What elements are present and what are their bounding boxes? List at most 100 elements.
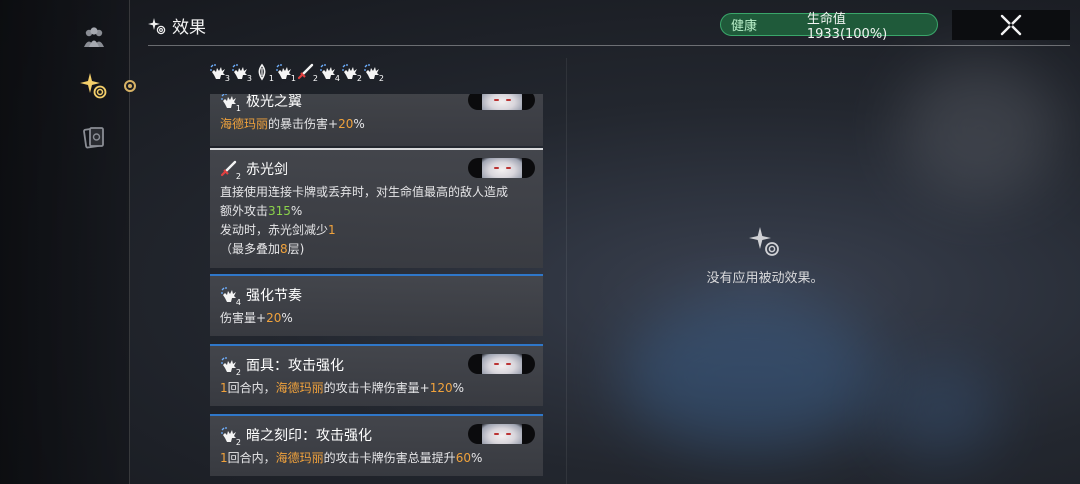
portrait-eye xyxy=(494,363,499,365)
stack-count: 3 xyxy=(224,74,230,83)
cards-icon xyxy=(83,127,104,149)
portrait-eye xyxy=(494,167,499,169)
effect-stack-item[interactable]: 1 xyxy=(253,63,274,83)
effect-title: 赤光剑 xyxy=(246,162,288,178)
portrait-eye xyxy=(506,167,511,169)
effect-title: 强化节奏 xyxy=(246,288,302,304)
effect-card[interactable]: 2 赤光剑 直接使用连接卡牌或丢弃时，对生命值最高的敌人造成 额外攻击315% 发动时，… xyxy=(210,148,543,268)
description-line: （最多叠加8层) xyxy=(220,240,508,259)
description-text: 伤害量+ xyxy=(220,311,267,325)
description-text: % xyxy=(281,311,293,325)
side-rail xyxy=(0,0,130,484)
effect-card[interactable]: 2 暗之刻印：攻击强化 1回合内，海德玛丽的攻击卡牌伤害总量提升60% xyxy=(210,414,543,476)
cards-tab[interactable] xyxy=(72,118,116,158)
highlighted-value: 海德玛丽 xyxy=(220,117,269,131)
effect-card-header: 4 强化节奏 xyxy=(220,285,302,307)
stack-count: 2 xyxy=(312,74,318,83)
effect-stack-item[interactable]: 3 xyxy=(209,63,230,83)
party-icon xyxy=(84,27,104,47)
effect-title: 面具：攻击强化 xyxy=(246,358,344,374)
effects-icon xyxy=(749,227,779,256)
stack-count: 1 xyxy=(268,74,274,83)
description-text: % xyxy=(470,451,483,465)
description-line: 1回合内，海德玛丽的攻击卡牌伤害总量提升60% xyxy=(220,449,482,468)
effect-stack-item[interactable]: 1 xyxy=(275,63,296,83)
portrait-eye xyxy=(506,363,511,365)
description-line: 额外攻击315% xyxy=(220,202,508,221)
effect-card[interactable]: 4 强化节奏伤害量+20% xyxy=(210,274,543,336)
effect-stack-item[interactable]: 2 xyxy=(363,63,384,83)
effects-icon xyxy=(148,17,166,34)
effect-icon-wrap: 2 xyxy=(220,160,241,181)
character-portrait xyxy=(468,158,535,178)
portrait-face xyxy=(482,424,522,444)
stack-count: 4 xyxy=(334,74,340,83)
page-title: 效果 xyxy=(172,18,206,38)
effect-card-header: 2 面具：攻击强化 xyxy=(220,355,344,377)
description-text: 的攻击卡牌伤害总量提升 xyxy=(323,451,456,465)
effect-icon-wrap: 4 xyxy=(220,286,241,307)
effect-description: 1回合内，海德玛丽的攻击卡牌伤害量+120% xyxy=(220,379,464,398)
page-header: 效果 xyxy=(148,13,206,38)
stack-count: 2 xyxy=(378,74,384,83)
highlighted-value: 60 xyxy=(455,451,471,465)
effects-icon xyxy=(80,73,107,99)
effect-stack-count: 2 xyxy=(235,368,241,377)
highlighted-value: 120 xyxy=(429,381,453,395)
highlighted-value: 1 xyxy=(220,381,228,395)
effect-stack-item[interactable]: 2 xyxy=(341,63,362,83)
highlighted-value: 海德玛丽 xyxy=(275,451,324,465)
portrait-face xyxy=(482,158,522,178)
effect-stack-count: 4 xyxy=(235,298,241,307)
effect-stack-item[interactable]: 2 xyxy=(297,63,318,83)
panel-divider xyxy=(566,58,567,484)
description-text: 的暴击伤害+ xyxy=(268,117,339,131)
portrait-eye xyxy=(494,433,499,435)
highlighted-value: 1 xyxy=(328,223,336,237)
close-button[interactable] xyxy=(952,10,1070,40)
selected-tab-indicator xyxy=(124,80,136,92)
character-portrait xyxy=(468,424,535,444)
description-text: 额外攻击 xyxy=(220,204,269,218)
description-text: 回合内， xyxy=(227,381,276,395)
effect-description: 直接使用连接卡牌或丢弃时，对生命值最高的敌人造成 额外攻击315% 发动时，赤光剑减… xyxy=(220,183,508,259)
highlighted-value: 海德玛丽 xyxy=(275,381,324,395)
health-status-badge: 健康 生命值 1933(100%) xyxy=(720,12,938,42)
health-status: 健康 xyxy=(731,19,758,34)
effect-icon-wrap: 2 xyxy=(220,426,241,447)
effect-icon-wrap: 2 xyxy=(220,356,241,377)
effect-title: 极光之翼 xyxy=(246,94,302,110)
effect-stack-item[interactable]: 3 xyxy=(231,63,252,83)
effect-stack-item[interactable]: 4 xyxy=(319,63,340,83)
portrait-eye xyxy=(494,99,499,101)
close-icon xyxy=(1000,14,1022,36)
portrait-eye xyxy=(506,433,511,435)
description-text: % xyxy=(353,117,365,131)
description-text: （最多叠加 xyxy=(220,242,281,256)
effect-card[interactable]: 1 极光之翼 海德玛丽的暴击伤害+20% xyxy=(210,94,543,146)
effect-description: 伤害量+20% xyxy=(220,309,293,328)
stack-count: 2 xyxy=(356,74,362,83)
description-text: 直接使用连接卡牌或丢弃时，对生命值最高的敌人造成 xyxy=(220,185,509,199)
description-text: 回合内， xyxy=(227,451,276,465)
highlighted-value: 315 xyxy=(268,204,291,218)
stack-count: 1 xyxy=(290,74,296,83)
effects-tab[interactable] xyxy=(72,66,116,106)
portrait-face xyxy=(482,94,522,110)
highlighted-value: 20 xyxy=(266,311,282,325)
effect-stack-strip: 3 3 1 1 2 4 2 2 xyxy=(209,63,384,83)
effect-title: 暗之刻印：攻击强化 xyxy=(246,428,372,444)
highlighted-value: 1 xyxy=(220,451,228,465)
effect-card[interactable]: 2 面具：攻击强化 1回合内，海德玛丽的攻击卡牌伤害量+120% xyxy=(210,344,543,406)
character-portrait xyxy=(468,94,535,110)
passive-empty-text: 没有应用被动效果。 xyxy=(706,271,824,286)
passive-empty-state: 没有应用被动效果。 xyxy=(700,225,830,286)
party-tab[interactable] xyxy=(72,18,116,58)
header-divider xyxy=(148,45,1070,46)
effect-card-header: 2 暗之刻印：攻击强化 xyxy=(220,425,372,447)
active-effects-list[interactable]: 1 极光之翼 海德玛丽的暴击伤害+20% 2 赤光剑 直接使用连接卡牌或丢弃时，对生命值最… xyxy=(210,94,543,484)
highlighted-value: 20 xyxy=(338,117,354,131)
description-line: 直接使用连接卡牌或丢弃时，对生命值最高的敌人造成 xyxy=(220,183,508,202)
description-text: 层) xyxy=(287,242,305,256)
stack-count: 3 xyxy=(246,74,252,83)
